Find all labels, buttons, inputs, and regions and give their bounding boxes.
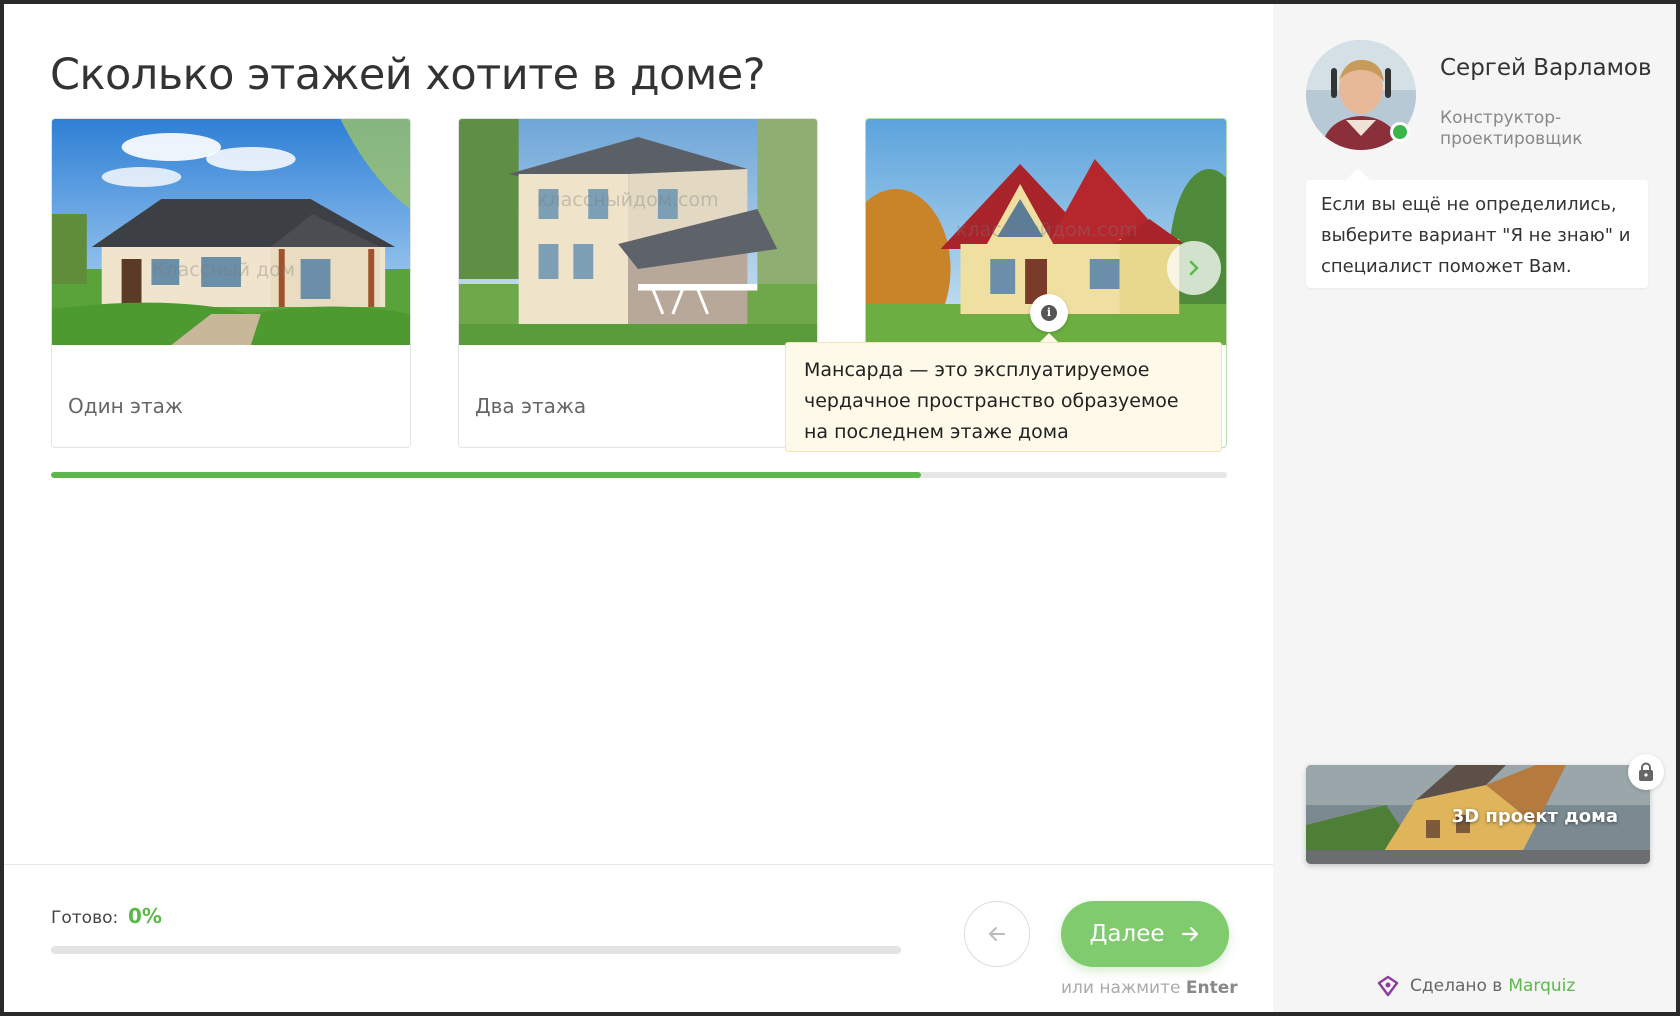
option-card-one-floor[interactable]: Классный дом Один этаж: [51, 118, 411, 448]
enter-hint-key: Enter: [1185, 978, 1238, 998]
arrow-right-icon: [1181, 926, 1198, 942]
option-label: Один этаж: [68, 394, 183, 418]
next-button[interactable]: Далее: [1061, 901, 1229, 967]
consultant-name: Сергей Варламов: [1440, 55, 1652, 81]
marquiz-link[interactable]: Marquiz: [1508, 976, 1575, 996]
lock-badge: [1628, 754, 1664, 790]
enter-hint: или нажмите Enter: [1061, 978, 1238, 998]
info-icon: i: [1041, 305, 1057, 321]
option-card-two-floors[interactable]: классныйдом.com Два этажа: [458, 118, 818, 448]
arrow-left-icon: [989, 927, 1005, 941]
option-image-two-floors: классныйдом.com: [459, 119, 817, 345]
back-button[interactable]: [964, 901, 1030, 967]
watermark: классныйдом.com: [956, 219, 1138, 241]
carousel-next-button[interactable]: [1167, 241, 1221, 295]
ready-label: Готово:: [51, 908, 119, 928]
message-caret: [1346, 168, 1370, 180]
ready-percent: 0%: [128, 904, 162, 928]
attic-tooltip: Мансарда — это эксплуатируемое чердачное…: [785, 342, 1222, 452]
watermark: классныйдом.com: [537, 189, 719, 211]
info-button[interactable]: i: [1030, 294, 1068, 332]
question-title: Сколько этажей хотите в доме?: [50, 50, 766, 100]
quiz-progress-bar: [51, 946, 901, 954]
consultant-role: Конструктор-проектировщик: [1440, 108, 1583, 149]
option-label: Два этажа: [475, 394, 587, 418]
enter-hint-prefix: или нажмите: [1061, 978, 1181, 998]
made-by-link[interactable]: Сделано в Marquiz: [1376, 974, 1575, 998]
slider-progress-bar: [51, 472, 1227, 478]
quiz-window: Сколько этажей хотите в доме? Классный д…: [4, 4, 1676, 1012]
chevron-right-icon: [1189, 260, 1199, 276]
promo-label: 3D проект дома: [1451, 806, 1618, 827]
consultant-message: Если вы ещё не определились, выберите ва…: [1306, 180, 1648, 288]
made-by-prefix: Сделано в: [1410, 976, 1503, 996]
marquiz-logo-icon: [1377, 975, 1399, 997]
lock-icon: [1639, 762, 1653, 781]
slider-progress-fill: [51, 472, 922, 478]
next-button-label: Далее: [1089, 921, 1165, 947]
promo-3d-project[interactable]: 3D проект дома: [1306, 765, 1650, 864]
footer-divider: [4, 864, 1273, 865]
quiz-main: Сколько этажей хотите в доме? Классный д…: [4, 4, 1273, 1012]
consultant-sidebar: Сергей Варламов Конструктор-проектировщи…: [1273, 4, 1676, 1012]
option-image-one-floor: Классный дом: [52, 119, 410, 345]
online-status-indicator: [1390, 122, 1410, 142]
watermark: Классный дом: [152, 259, 296, 281]
